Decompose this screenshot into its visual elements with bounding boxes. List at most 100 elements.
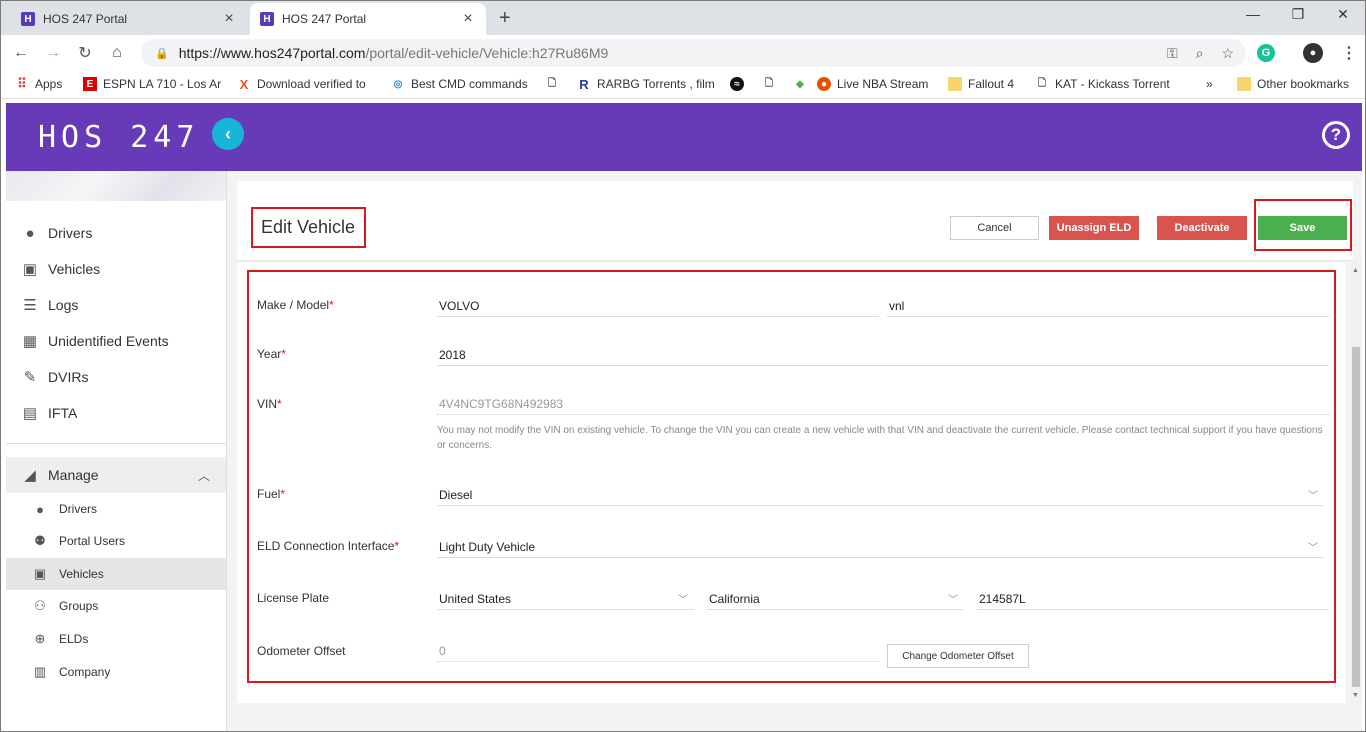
profile-avatar-icon[interactable]: ● — [1303, 43, 1323, 63]
person-icon: ● — [36, 501, 44, 517]
list-icon: ☰ — [23, 297, 37, 314]
year-input[interactable]: 2018 — [437, 344, 1329, 366]
star-icon[interactable]: ☆ — [1221, 45, 1234, 62]
fuel-label: Fuel* — [257, 487, 286, 501]
close-tab-icon[interactable]: × — [460, 10, 476, 28]
vin-input: 4V4NC9TG68N492983 — [437, 393, 1329, 415]
forward-icon[interactable]: → — [41, 44, 65, 62]
bookmark-fallout[interactable]: Fallout 4 — [948, 77, 1014, 91]
deactivate-button[interactable]: Deactivate — [1157, 216, 1247, 240]
sidebar-sub-elds[interactable]: ⊕ ELDs — [6, 623, 226, 655]
users-icon: ⚉ — [34, 533, 46, 548]
bookmarks-bar: ⠿ Apps E ESPN LA 710 - Los Ar X Download… — [1, 71, 1365, 99]
close-tab-icon[interactable]: × — [221, 10, 237, 28]
fuel-select[interactable]: Diesel ﹀ — [437, 484, 1324, 506]
page-icon: 🗋 — [1037, 77, 1047, 89]
url-host: https://www.hos247portal.com — [178, 45, 366, 61]
model-input[interactable]: vnl — [887, 295, 1329, 317]
scroll-up-icon[interactable]: ▲ — [1352, 267, 1359, 274]
license-plate-label: License Plate — [257, 591, 330, 605]
bookmark-cmd[interactable]: ◎ Best CMD commands — [391, 77, 529, 91]
bookmark-other[interactable]: Other bookmarks — [1237, 77, 1349, 91]
key-icon[interactable]: ⚿ — [1167, 45, 1178, 62]
bookmarks-overflow[interactable]: » — [1206, 77, 1213, 91]
bookmark-kat[interactable]: 🗋 KAT - Kickass Torrent — [1035, 77, 1171, 91]
zoom-icon[interactable]: ⌕ — [1196, 45, 1204, 62]
sidebar-manage-toggle[interactable]: ◢ Manage ︿ — [6, 457, 226, 493]
restore-icon[interactable]: ❐ — [1283, 6, 1313, 23]
bus-icon: ▣ — [22, 261, 38, 278]
tab-title: HOS 247 Portal — [43, 12, 128, 26]
help-icon[interactable]: ? — [1322, 121, 1350, 149]
sidebar-sub-company[interactable]: ▥ Company — [6, 656, 226, 688]
sidebar-item-dvirs[interactable]: ✎ DVIRs — [6, 359, 226, 395]
person-icon: ● — [25, 224, 35, 242]
unassign-eld-button[interactable]: Unassign ELD — [1049, 216, 1139, 240]
bookmark-page[interactable]: 🗋 — [545, 77, 565, 91]
scroll-down-icon[interactable]: ▼ — [1352, 692, 1359, 699]
reload-icon[interactable]: ↻ — [73, 43, 97, 63]
address-bar[interactable]: 🔒 https://www.hos247portal.com/portal/ed… — [141, 39, 1246, 67]
sidebar-item-unidentified-events[interactable]: ▦ Unidentified Events — [6, 323, 226, 359]
chevron-down-icon: ﹀ — [1308, 543, 1318, 554]
collapse-sidebar-button[interactable]: ‹ — [212, 118, 244, 150]
main-content: Edit Vehicle Cancel Unassign ELD Deactiv… — [227, 171, 1362, 731]
bookmark-rarbg[interactable]: R RARBG Torrents , film — [577, 77, 715, 91]
hos247-logo: HOS 247 — [38, 120, 200, 155]
cancel-button[interactable]: Cancel — [950, 216, 1039, 240]
make-input[interactable]: VOLVO — [437, 295, 879, 317]
bookmark-espn[interactable]: E ESPN LA 710 - Los Ar — [83, 77, 221, 91]
bookmark-leaf[interactable]: ◆ — [793, 77, 813, 91]
document-icon: ▤ — [22, 405, 38, 422]
leaf-icon: ◆ — [796, 78, 804, 90]
bookmark-download[interactable]: X Download verified to — [237, 77, 371, 91]
sidebar-item-vehicles[interactable]: ▣ Vehicles — [6, 251, 226, 287]
plate-number-input[interactable]: 214587L — [977, 588, 1329, 610]
eld-interface-label: ELD Connection Interface* — [257, 539, 400, 553]
page-title: Edit Vehicle — [251, 207, 366, 248]
new-tab-icon[interactable]: + — [499, 7, 511, 30]
hos-favicon-icon: H — [21, 12, 35, 26]
bookmark-nba[interactable]: ● Live NBA Stream — [817, 77, 935, 91]
browser-menu-icon[interactable]: ⋮ — [1341, 43, 1357, 63]
globe-icon: ◎ — [393, 78, 403, 90]
group-icon: ⚇ — [34, 598, 46, 613]
bookmark-apps[interactable]: ⠿ Apps — [15, 77, 62, 91]
sidebar-sub-vehicles[interactable]: ▣ Vehicles — [6, 558, 226, 590]
plate-state-select[interactable]: California ﹀ — [707, 588, 964, 610]
bookmark-spotify[interactable]: ≈ — [730, 77, 750, 91]
lock-icon: 🔒 — [155, 47, 169, 60]
calendar-icon: ▦ — [22, 333, 38, 350]
browser-tab-1[interactable]: H HOS 247 Portal × — [11, 3, 247, 35]
sidebar-item-ifta[interactable]: ▤ IFTA — [6, 395, 226, 431]
url-path: /portal/edit-vehicle/Vehicle:h27Ru86M9 — [365, 45, 609, 61]
back-icon[interactable]: ← — [9, 44, 33, 62]
tab-strip: H HOS 247 Portal × H HOS 247 Portal × + … — [1, 1, 1365, 35]
scrollbar-thumb[interactable] — [1352, 347, 1360, 687]
odometer-label: Odometer Offset — [257, 644, 346, 658]
bookmark-page-2[interactable]: 🗋 — [762, 77, 782, 91]
chevron-down-icon: ﹀ — [678, 595, 688, 606]
sidebar-sub-groups[interactable]: ⚇ Groups — [6, 590, 226, 622]
sidebar-item-logs[interactable]: ☰ Logs — [6, 287, 226, 323]
main-scrollbar[interactable]: ▲ ▼ — [1350, 263, 1362, 703]
eld-interface-select[interactable]: Light Duty Vehicle ﹀ — [437, 536, 1324, 558]
vin-label: VIN* — [257, 397, 282, 411]
close-window-icon[interactable]: ✕ — [1328, 6, 1358, 23]
page-icon: 🗋 — [547, 77, 557, 89]
bus-icon: ▣ — [33, 566, 47, 581]
sidebar-banner — [6, 171, 226, 201]
sidebar-sub-portal-users[interactable]: ⚉ Portal Users — [6, 525, 226, 557]
save-button[interactable]: Save — [1258, 216, 1347, 240]
minimize-icon[interactable]: — — [1238, 6, 1268, 22]
home-icon[interactable]: ⌂ — [105, 44, 129, 62]
sidebar-item-drivers[interactable]: ● Drivers — [6, 215, 226, 251]
browser-window: H HOS 247 Portal × H HOS 247 Portal × + … — [0, 0, 1366, 732]
browser-tab-2[interactable]: H HOS 247 Portal × — [250, 3, 486, 35]
grammarly-extension-icon[interactable]: G — [1257, 44, 1275, 62]
change-odometer-offset-button[interactable]: Change Odometer Offset — [887, 644, 1029, 668]
sidebar-sub-drivers[interactable]: ● Drivers — [6, 493, 226, 525]
plate-country-select[interactable]: United States ﹀ — [437, 588, 694, 610]
chevron-down-icon: ﹀ — [948, 595, 958, 606]
eld-icon: ⊕ — [34, 631, 46, 646]
